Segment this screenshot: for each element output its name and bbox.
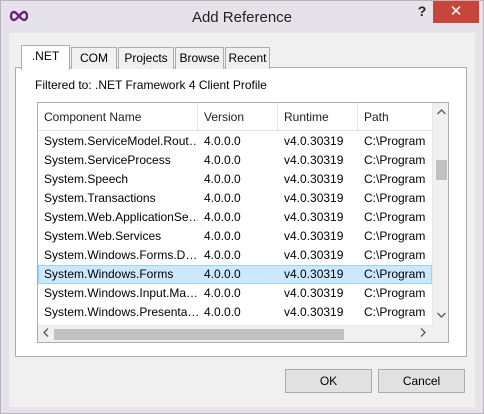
cell-component-name: System.Web.Services [44,229,162,243]
tab-recent[interactable]: Recent [225,47,270,69]
cell-runtime: v4.0.30319 [284,229,344,243]
cell-runtime: v4.0.30319 [284,210,344,224]
column-header-path[interactable]: Path [358,103,432,131]
component-list[interactable]: Component Name Version Runtime Path Syst… [37,102,449,343]
cell-component-name: System.Windows.Presenta… [44,305,198,319]
cell-version: 4.0.0.0 [204,153,241,167]
title-bar[interactable]: Add Reference ? ✕ [1,1,483,33]
cell-runtime: v4.0.30319 [284,172,344,186]
cell-version: 4.0.0.0 [204,229,241,243]
tab-browse[interactable]: Browse [175,47,224,69]
list-item[interactable]: System.Web.Services 4.0.0.0 v4.0.30319 C… [38,227,432,246]
cell-version: 4.0.0.0 [204,305,241,319]
list-item[interactable]: System.Windows.Presenta… 4.0.0.0 v4.0.30… [38,303,432,322]
chevron-right-icon[interactable] [416,327,430,342]
cell-runtime: v4.0.30319 [284,305,344,319]
cell-component-name: System.Windows.Forms.D… [44,248,198,262]
column-header-version[interactable]: Version [198,103,278,131]
cell-version: 4.0.0.0 [204,191,241,205]
list-item[interactable]: System.Windows.Forms.D… 4.0.0.0 v4.0.303… [38,246,432,265]
cell-path: C:\Program [364,229,426,243]
cell-component-name: System.Transactions [44,191,156,205]
chevron-up-icon[interactable] [433,105,448,119]
add-reference-window: Add Reference ? ✕ .NET COM Projects Brow… [0,0,484,414]
cell-path: C:\Program [364,305,426,319]
horizontal-scrollbar[interactable] [38,325,432,342]
cell-runtime: v4.0.30319 [284,191,344,205]
list-item-selected[interactable]: System.Windows.Forms 4.0.0.0 v4.0.30319 … [38,265,432,284]
cell-component-name: System.ServiceModel.Rout… [44,134,198,148]
cell-path: C:\Program [364,210,426,224]
cell-path: C:\Program [364,248,426,262]
cell-runtime: v4.0.30319 [284,134,344,148]
list-item[interactable]: System.Windows.Input.Ma… 4.0.0.0 v4.0.30… [38,284,432,303]
cell-component-name: System.Windows.Input.Ma… [44,286,198,300]
cell-component-name: System.Windows.Forms [44,267,174,281]
tab-com[interactable]: COM [71,47,117,69]
help-button[interactable]: ? [411,3,433,21]
cell-version: 4.0.0.0 [204,172,241,186]
list-item[interactable]: System.ServiceProcess 4.0.0.0 v4.0.30319… [38,151,432,170]
list-item[interactable]: System.ServiceModel.Rout… 4.0.0.0 v4.0.3… [38,132,432,151]
cell-runtime: v4.0.30319 [284,267,344,281]
chevron-down-icon[interactable] [433,308,448,322]
ok-button[interactable]: OK [285,369,372,393]
cell-runtime: v4.0.30319 [284,286,344,300]
list-header: Component Name Version Runtime Path [38,103,432,131]
cell-runtime: v4.0.30319 [284,153,344,167]
cell-path: C:\Program [364,134,426,148]
column-header-component-name[interactable]: Component Name [38,103,198,131]
vertical-scrollbar[interactable] [432,103,448,325]
horizontal-scroll-thumb[interactable] [54,329,344,340]
cell-component-name: System.ServiceProcess [44,153,171,167]
cell-component-name: System.Speech [44,172,129,186]
cell-version: 4.0.0.0 [204,210,241,224]
list-item[interactable]: System.Transactions 4.0.0.0 v4.0.30319 C… [38,189,432,208]
cell-version: 4.0.0.0 [204,286,241,300]
cell-path: C:\Program [364,153,426,167]
chevron-left-icon[interactable] [39,327,53,342]
filter-label: Filtered to: .NET Framework 4 Client Pro… [35,78,267,92]
list-item[interactable]: System.Speech 4.0.0.0 v4.0.30319 C:\Prog… [38,170,432,189]
cell-runtime: v4.0.30319 [284,248,344,262]
cell-path: C:\Program [364,267,426,281]
tab-projects[interactable]: Projects [118,47,174,69]
cell-path: C:\Program [364,191,426,205]
cell-version: 4.0.0.0 [204,267,241,281]
cell-version: 4.0.0.0 [204,248,241,262]
list-item[interactable]: System.Web.ApplicationSe… 4.0.0.0 v4.0.3… [38,208,432,227]
scrollbar-corner [432,325,448,342]
column-header-runtime[interactable]: Runtime [278,103,358,131]
vertical-scroll-thumb[interactable] [436,160,447,180]
close-button[interactable]: ✕ [433,1,479,23]
tab-dotnet[interactable]: .NET [21,45,70,70]
cell-version: 4.0.0.0 [204,134,241,148]
cancel-button[interactable]: Cancel [378,369,465,393]
cell-path: C:\Program [364,286,426,300]
cell-path: C:\Program [364,172,426,186]
cell-component-name: System.Web.ApplicationSe… [44,210,198,224]
